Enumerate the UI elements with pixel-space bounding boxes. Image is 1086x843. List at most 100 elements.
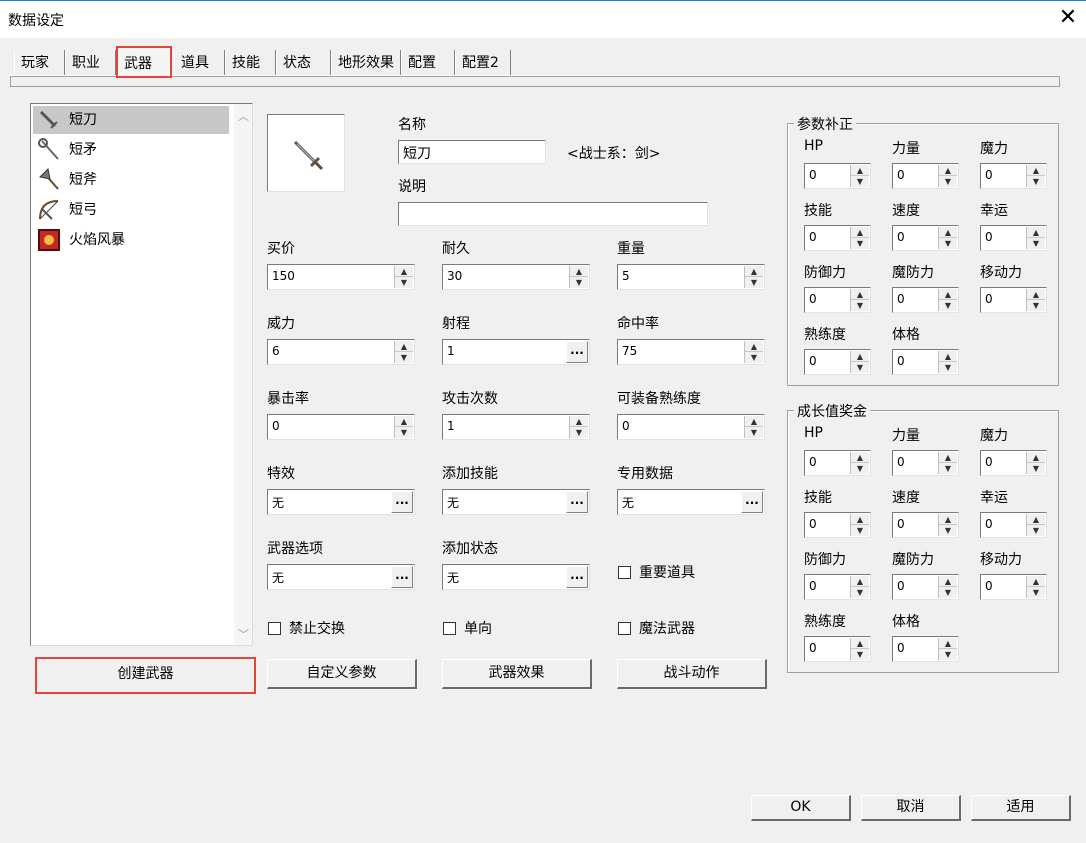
spin-down-icon[interactable]: ▼	[851, 362, 869, 373]
spin-up-icon[interactable]: ▲	[395, 416, 413, 427]
param-bonus-spinner[interactable]: 0 ▲ ▼	[892, 225, 959, 251]
spin-down-icon[interactable]: ▼	[1027, 525, 1045, 536]
spin-down-icon[interactable]: ▼	[851, 587, 869, 598]
spin-down-icon[interactable]: ▼	[939, 238, 957, 249]
cancel-button[interactable]: 取消	[861, 795, 961, 821]
list-scrollbar[interactable]: ︿ ﹀	[234, 104, 252, 645]
ellipsis-button[interactable]: ...	[391, 566, 413, 588]
add-state-field[interactable]: 无...	[442, 564, 590, 590]
spin-up-icon[interactable]: ▲	[851, 289, 869, 300]
custom-data-field[interactable]: 无...	[617, 489, 765, 515]
spin-down-icon[interactable]: ▼	[745, 277, 763, 288]
spin-down-icon[interactable]: ▼	[851, 649, 869, 660]
param-bonus-spinner[interactable]: 0 ▲ ▼	[892, 163, 959, 189]
param-bonus-spinner[interactable]: 0 ▲ ▼	[804, 225, 871, 251]
scroll-up-icon[interactable]: ︿	[238, 108, 249, 124]
spin-down-icon[interactable]: ▼	[570, 427, 588, 438]
param-bonus-spinner[interactable]: 0 ▲ ▼	[804, 163, 871, 189]
spin-down-icon[interactable]: ▼	[395, 277, 413, 288]
spin-down-icon[interactable]: ▼	[1027, 300, 1045, 311]
magic-checkbox[interactable]	[618, 622, 631, 635]
spin-down-icon[interactable]: ▼	[745, 427, 763, 438]
range-field[interactable]: 1...	[442, 339, 590, 365]
spin-up-icon[interactable]: ▲	[745, 416, 763, 427]
growth-bonus-spinner[interactable]: 0 ▲ ▼	[804, 512, 871, 538]
mastery-spinner[interactable]: 0 ▲ ▼	[617, 414, 765, 440]
growth-bonus-spinner[interactable]: 0 ▲ ▼	[804, 636, 871, 662]
spin-down-icon[interactable]: ▼	[851, 525, 869, 536]
spin-down-icon[interactable]: ▼	[1027, 176, 1045, 187]
spin-down-icon[interactable]: ▼	[1027, 463, 1045, 474]
list-item[interactable]: 短刀	[33, 106, 229, 134]
ellipsis-button[interactable]: ...	[566, 341, 588, 363]
list-item[interactable]: 短矛	[33, 136, 229, 164]
spin-down-icon[interactable]: ▼	[939, 649, 957, 660]
spin-up-icon[interactable]: ▲	[939, 165, 957, 176]
spin-down-icon[interactable]: ▼	[851, 463, 869, 474]
tab-terrain[interactable]: 地形效果	[331, 50, 401, 76]
tab-state[interactable]: 状态	[276, 50, 331, 76]
ellipsis-button[interactable]: ...	[566, 566, 588, 588]
tab-config2[interactable]: 配置2	[455, 50, 511, 76]
param-bonus-spinner[interactable]: 0 ▲ ▼	[804, 287, 871, 313]
spin-up-icon[interactable]: ▲	[939, 351, 957, 362]
might-spinner[interactable]: 6 ▲ ▼	[267, 339, 415, 365]
spin-down-icon[interactable]: ▼	[851, 300, 869, 311]
spin-down-icon[interactable]: ▼	[570, 277, 588, 288]
weapon-list[interactable]: 短刀 短矛 短斧 短弓 火焰风暴 ︿ ﹀	[30, 103, 253, 646]
tab-class[interactable]: 职业	[65, 50, 116, 76]
spin-up-icon[interactable]: ▲	[570, 266, 588, 277]
battle-motion-button[interactable]: 战斗动作	[617, 659, 767, 689]
ok-button[interactable]: OK	[751, 795, 851, 821]
spin-down-icon[interactable]: ▼	[939, 525, 957, 536]
spin-down-icon[interactable]: ▼	[939, 463, 957, 474]
ellipsis-button[interactable]: ...	[566, 491, 588, 513]
spin-up-icon[interactable]: ▲	[1027, 227, 1045, 238]
tab-config[interactable]: 配置	[401, 50, 455, 76]
spin-down-icon[interactable]: ▼	[1027, 238, 1045, 249]
spin-up-icon[interactable]: ▲	[745, 266, 763, 277]
spin-up-icon[interactable]: ▲	[851, 165, 869, 176]
scroll-down-icon[interactable]: ﹀	[238, 626, 249, 642]
spin-up-icon[interactable]: ▲	[1027, 576, 1045, 587]
list-item[interactable]: 火焰风暴	[33, 226, 229, 254]
spin-down-icon[interactable]: ▼	[395, 427, 413, 438]
growth-bonus-spinner[interactable]: 0 ▲ ▼	[892, 512, 959, 538]
tab-weapon[interactable]: 武器	[116, 46, 172, 78]
attacks-spinner[interactable]: 1 ▲ ▼	[442, 414, 590, 440]
description-input[interactable]	[398, 202, 708, 226]
param-bonus-spinner[interactable]: 0 ▲ ▼	[980, 287, 1047, 313]
create-weapon-button[interactable]: 创建武器	[35, 657, 256, 694]
add-skill-field[interactable]: 无...	[442, 489, 590, 515]
spin-up-icon[interactable]: ▲	[570, 416, 588, 427]
spin-up-icon[interactable]: ▲	[939, 452, 957, 463]
list-item[interactable]: 短弓	[33, 196, 229, 224]
spin-down-icon[interactable]: ▼	[939, 587, 957, 598]
spin-up-icon[interactable]: ▲	[939, 514, 957, 525]
param-bonus-spinner[interactable]: 0 ▲ ▼	[980, 163, 1047, 189]
spin-up-icon[interactable]: ▲	[939, 289, 957, 300]
effect-field[interactable]: 无...	[267, 489, 415, 515]
param-bonus-spinner[interactable]: 0 ▲ ▼	[892, 287, 959, 313]
spin-up-icon[interactable]: ▲	[395, 266, 413, 277]
options-field[interactable]: 无...	[267, 564, 415, 590]
spin-down-icon[interactable]: ▼	[851, 176, 869, 187]
spin-up-icon[interactable]: ▲	[851, 638, 869, 649]
growth-bonus-spinner[interactable]: 0 ▲ ▼	[892, 636, 959, 662]
spin-up-icon[interactable]: ▲	[851, 576, 869, 587]
close-icon[interactable]: ✕	[1054, 4, 1082, 32]
spin-up-icon[interactable]: ▲	[395, 341, 413, 352]
spin-up-icon[interactable]: ▲	[1027, 165, 1045, 176]
spin-up-icon[interactable]: ▲	[851, 514, 869, 525]
spin-up-icon[interactable]: ▲	[939, 576, 957, 587]
spin-up-icon[interactable]: ▲	[1027, 289, 1045, 300]
name-input[interactable]: 短刀	[398, 140, 546, 164]
tab-item[interactable]: 道具	[174, 50, 225, 76]
spin-down-icon[interactable]: ▼	[939, 176, 957, 187]
spin-down-icon[interactable]: ▼	[395, 352, 413, 363]
ellipsis-button[interactable]: ...	[391, 491, 413, 513]
crit-spinner[interactable]: 0 ▲ ▼	[267, 414, 415, 440]
spin-down-icon[interactable]: ▼	[851, 238, 869, 249]
spin-down-icon[interactable]: ▼	[939, 300, 957, 311]
spin-up-icon[interactable]: ▲	[851, 452, 869, 463]
